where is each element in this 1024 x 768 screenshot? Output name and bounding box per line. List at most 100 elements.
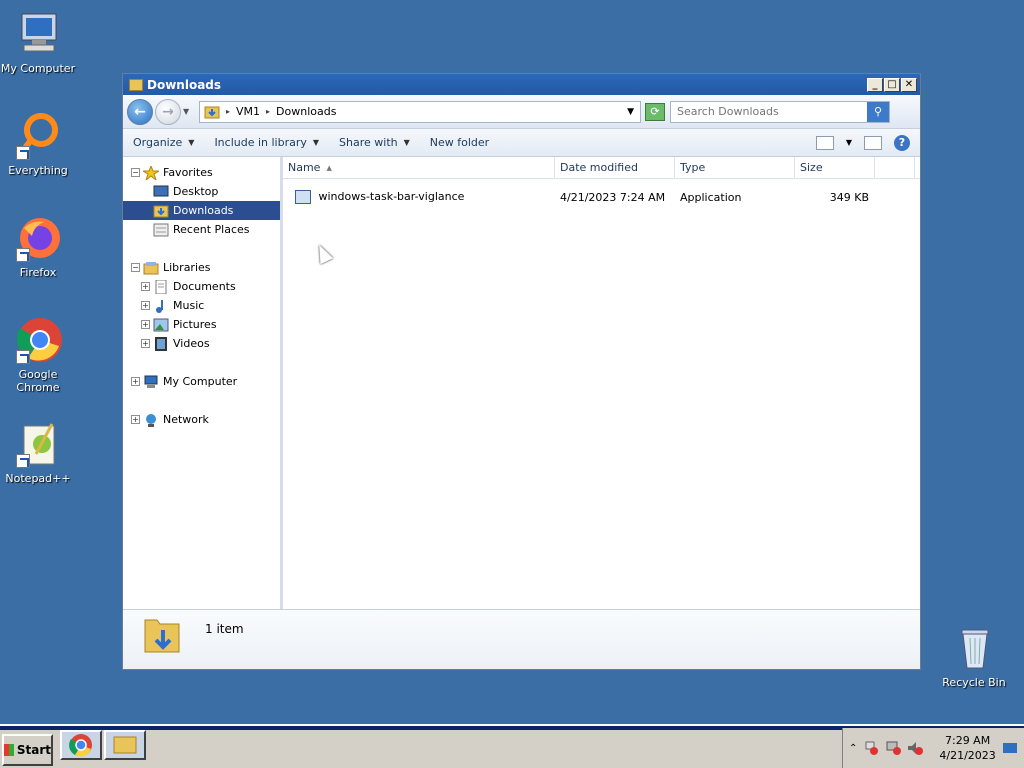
nav-downloads[interactable]: Downloads (123, 201, 280, 220)
search-icon[interactable]: ⚲ (867, 101, 889, 122)
view-options-icon[interactable] (815, 135, 834, 150)
videos-icon (155, 336, 167, 351)
refresh-button[interactable]: ⟳ (645, 102, 665, 121)
file-name: windows-task-bar-viglance (318, 190, 465, 203)
search-input[interactable] (677, 105, 867, 118)
desktop-icon-notepad-plus-plus[interactable]: Notepad++ (0, 420, 78, 485)
organize-label: Organize (133, 136, 183, 149)
breadcrumb-arrow-icon[interactable]: ▸ (266, 107, 270, 116)
expand-icon[interactable]: + (131, 415, 140, 424)
taskbar-chrome-button[interactable] (60, 730, 102, 760)
chevron-down-icon: ▼ (403, 138, 410, 147)
file-list[interactable]: Name ▲ Date modified Type Size windows-t… (283, 157, 920, 609)
column-label: Name (288, 161, 321, 174)
nav-documents[interactable]: + Documents (123, 277, 280, 296)
desktop-icon-my-computer[interactable]: My Computer (0, 10, 78, 75)
command-bar: Organize ▼ Include in library ▼ Share with… (123, 129, 920, 157)
include-in-library-menu[interactable]: Include in library ▼ (214, 136, 319, 149)
breadcrumb-vm1[interactable]: VM1 (236, 105, 260, 118)
address-bar: ← → ▼ ▸ VM1 ▸ Downloads ▼ ⟳ ⚲ (123, 95, 920, 129)
desktop-icon-label: My Computer (0, 62, 76, 75)
column-name[interactable]: Name ▲ (283, 157, 555, 178)
show-hidden-icons-icon[interactable]: ⌃ (849, 743, 857, 754)
nav-my-computer[interactable]: + My Computer (123, 372, 280, 391)
show-desktop-icon[interactable] (1002, 741, 1018, 755)
clock[interactable]: 7:29 AM 4/21/2023 (939, 733, 995, 763)
nav-recent-places[interactable]: Recent Places (123, 220, 280, 239)
application-icon (295, 190, 311, 204)
documents-icon (155, 279, 167, 294)
desktop-icon-recycle-bin[interactable]: Recycle Bin (934, 624, 1014, 689)
nav-pictures[interactable]: + Pictures (123, 315, 280, 334)
nav-label: Network (163, 413, 209, 426)
music-icon (156, 299, 163, 313)
desktop-icon-google-chrome[interactable]: Google Chrome (0, 316, 78, 394)
volume-muted-icon[interactable] (907, 741, 924, 755)
expand-icon[interactable]: + (141, 320, 150, 329)
file-date: 4/21/2023 7:24 AM (560, 190, 666, 204)
help-icon[interactable]: ? (894, 134, 910, 151)
expand-icon[interactable]: + (131, 377, 140, 386)
downloads-folder-large-icon (143, 614, 181, 654)
action-center-flag-icon[interactable] (863, 741, 879, 755)
maximize-button[interactable]: □ (884, 77, 900, 92)
file-type: Application (680, 190, 742, 204)
nav-network[interactable]: + Network (123, 410, 280, 429)
view-dropdown-icon[interactable]: ▼ (846, 138, 852, 147)
nav-favorites[interactable]: − Favorites (123, 163, 280, 182)
forward-button[interactable]: → (155, 98, 181, 125)
collapse-icon[interactable]: − (131, 263, 140, 272)
start-button[interactable]: Start (2, 734, 53, 766)
nav-label: Documents (173, 280, 236, 293)
column-headers: Name ▲ Date modified Type Size (283, 157, 920, 179)
nav-label: Downloads (173, 204, 234, 217)
close-button[interactable]: ✕ (901, 77, 917, 92)
back-button[interactable]: ← (127, 98, 153, 125)
breadcrumb-arrow-icon[interactable]: ▸ (226, 107, 230, 116)
nav-libraries[interactable]: − Libraries (123, 258, 280, 277)
column-label: Type (680, 161, 706, 174)
column-type[interactable]: Type (675, 157, 795, 178)
preview-pane-icon[interactable] (864, 135, 882, 150)
computer-icon (144, 375, 158, 388)
expand-icon[interactable]: + (141, 282, 150, 291)
explorer-window: Downloads _ □ ✕ ← → ▼ ▸ VM1 ▸ Downloads … (122, 73, 921, 670)
minimize-button[interactable]: _ (867, 77, 883, 92)
address-dropdown-icon[interactable]: ▼ (627, 107, 634, 117)
nav-videos[interactable]: + Videos (123, 334, 280, 353)
folder-icon (129, 78, 143, 91)
desktop-icon-label: Recycle Bin (942, 676, 1006, 689)
pictures-icon (153, 318, 169, 331)
clock-time: 7:29 AM (944, 734, 991, 747)
collapse-icon[interactable]: − (131, 168, 140, 177)
desktop-icon-firefox[interactable]: Firefox (0, 214, 78, 279)
expand-icon[interactable]: + (141, 301, 150, 310)
chrome-icon (14, 316, 62, 364)
organize-menu[interactable]: Organize ▼ (133, 136, 194, 149)
new-folder-button[interactable]: New folder (430, 136, 489, 149)
desktop-icon-everything[interactable]: Everything (0, 112, 78, 177)
column-size[interactable]: Size (795, 157, 875, 178)
column-date-modified[interactable]: Date modified (555, 157, 675, 178)
file-row[interactable]: windows-task-bar-viglance 4/21/2023 7:24… (283, 187, 920, 207)
computer-icon (14, 10, 62, 58)
taskbar-explorer-button[interactable] (104, 730, 146, 760)
recent-places-icon (153, 223, 169, 236)
nav-desktop[interactable]: Desktop (123, 182, 280, 201)
taskbar: Start ⌃ 7:29 AM 4/21/2023 (0, 724, 1024, 768)
expand-icon[interactable]: + (141, 339, 150, 348)
clock-date: 4/21/2023 (939, 749, 996, 762)
search-box[interactable]: ⚲ (670, 100, 890, 123)
nav-music[interactable]: + Music (123, 296, 280, 315)
breadcrumb-downloads[interactable]: Downloads (276, 105, 336, 118)
item-count: 1 item (205, 622, 244, 636)
recent-pages-dropdown[interactable]: ▼ (183, 107, 193, 116)
title-bar[interactable]: Downloads _ □ ✕ (123, 74, 920, 95)
network-status-icon[interactable] (885, 741, 902, 755)
share-with-menu[interactable]: Share with ▼ (339, 136, 410, 149)
address-field[interactable]: ▸ VM1 ▸ Downloads ▼ (199, 100, 641, 123)
desktop-icon-label: Notepad++ (5, 472, 71, 485)
desktop-icon-label: Everything (8, 164, 68, 177)
downloads-folder-icon (153, 205, 169, 217)
folder-icon (113, 736, 137, 754)
